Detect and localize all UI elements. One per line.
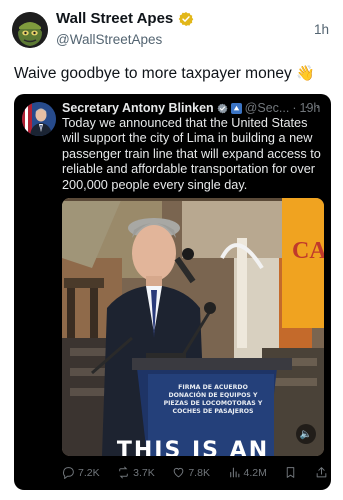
like-count: 7.8K (188, 466, 210, 479)
heart-icon (174, 467, 184, 478)
quoted-author-handle[interactable]: @Sec... (245, 101, 290, 115)
repost-button[interactable]: 3.7K (117, 466, 155, 479)
verified-badge-icon (178, 11, 194, 26)
repost-count: 3.7K (133, 466, 155, 479)
reply-button[interactable]: 7.2K (62, 466, 100, 479)
author-handle[interactable]: @WallStreetApes (56, 32, 162, 47)
views-count: 4.2M (243, 466, 267, 479)
like-button[interactable]: 7.8K (172, 466, 210, 479)
quoted-video[interactable]: FIRMA DE ACUERDO DONACIÓN DE EQUIPOS Y P… (62, 198, 324, 456)
video-caption: THIS IS AN (116, 438, 270, 456)
repost-icon (119, 466, 128, 479)
quoted-text: Today we announced that the United State… (62, 116, 321, 192)
tweet-text-body: Waive goodbye to more taxpayer money (14, 65, 292, 82)
podium-sign-text: FIRMA DE ACUERDO DONACIÓN DE EQUIPOS Y P… (163, 384, 263, 415)
reply-count: 7.2K (78, 466, 100, 479)
reply-icon (63, 467, 74, 479)
quoted-time-separator: · (292, 101, 297, 115)
quoted-author-name[interactable]: Secretary Antony Blinken (62, 101, 214, 115)
views-button[interactable]: 4.2M (228, 466, 267, 479)
tweet: Wall Street Apes @WallStreetApes 1h Waiv… (0, 0, 343, 500)
verified-badge-icon (217, 103, 228, 113)
post-time[interactable]: 1h (314, 22, 329, 37)
government-affiliation-icon (230, 102, 242, 114)
more-options-icon[interactable]: ··· (304, 98, 321, 114)
tweet-text: Waive goodbye to more taxpayer money 👋 (14, 64, 315, 83)
quoted-author-avatar[interactable] (22, 102, 56, 136)
mute-toggle-icon[interactable]: 🔈 (296, 424, 316, 444)
background-sign-text: CA (292, 238, 324, 264)
author-name[interactable]: Wall Street Apes (56, 10, 173, 27)
author-avatar[interactable] (12, 12, 48, 48)
share-icon (316, 467, 327, 478)
action-bar: 7.2K 3.7K 7.8K 4.2M (62, 466, 328, 479)
views-icon (229, 467, 239, 478)
video-frame (62, 198, 324, 456)
author-name-row: Wall Street Apes (56, 10, 194, 27)
bookmark-button[interactable] (284, 466, 297, 479)
share-button[interactable] (315, 466, 328, 479)
quoted-tweet[interactable]: Secretary Antony Blinken @Sec... · 19h ·… (14, 94, 331, 490)
quoted-header: Secretary Antony Blinken @Sec... · 19h (62, 101, 320, 115)
waving-hand-emoji: 👋 (296, 65, 315, 82)
bookmark-icon (287, 467, 295, 478)
